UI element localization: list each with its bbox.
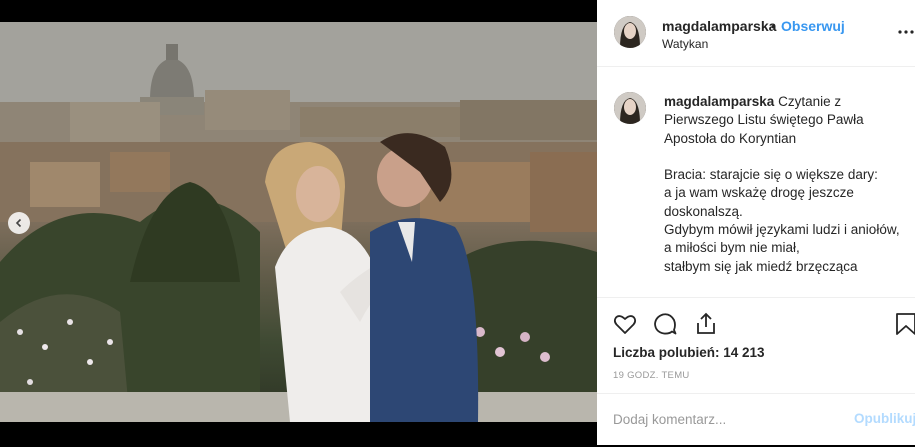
photo-illustration	[0, 22, 597, 422]
likes-count[interactable]: Liczba polubień: 14 213	[613, 345, 765, 360]
post-timestamp: 19 GODZ. TEMU	[613, 370, 690, 381]
header-separator: •	[771, 18, 776, 34]
post-media-pane	[0, 0, 597, 445]
publish-button[interactable]: Opublikuj	[854, 411, 915, 426]
caption-body: Czytanie z Pierwszego Listu świętego Paw…	[664, 94, 900, 274]
action-bar: Liczba polubień: 14 213 19 GODZ. TEMU Op…	[597, 297, 915, 446]
avatar[interactable]	[614, 92, 646, 124]
post-photo[interactable]	[0, 22, 597, 422]
avatar[interactable]	[614, 16, 646, 48]
more-options-icon[interactable]	[896, 25, 915, 39]
bookmark-icon[interactable]	[894, 311, 915, 337]
chevron-left-icon[interactable]	[8, 212, 30, 234]
heart-icon[interactable]	[612, 311, 638, 337]
comment-input[interactable]	[613, 412, 833, 427]
caption-username[interactable]: magdalamparska	[664, 94, 774, 109]
caption-area: magdalamparska Czytanie z Pierwszego Lis…	[597, 67, 915, 297]
share-icon[interactable]	[693, 311, 719, 337]
post-header: magdalamparska • Obserwuj Watykan	[597, 0, 915, 67]
post-sidebar: magdalamparska • Obserwuj Watykan magdal…	[597, 0, 915, 445]
location-link[interactable]: Watykan	[662, 37, 708, 51]
header-username[interactable]: magdalamparska	[662, 18, 776, 34]
comment-icon[interactable]	[652, 311, 678, 337]
follow-button[interactable]: Obserwuj	[781, 18, 845, 34]
caption-text: magdalamparska Czytanie z Pierwszego Lis…	[664, 93, 909, 276]
comment-composer: Opublikuj	[597, 393, 915, 447]
